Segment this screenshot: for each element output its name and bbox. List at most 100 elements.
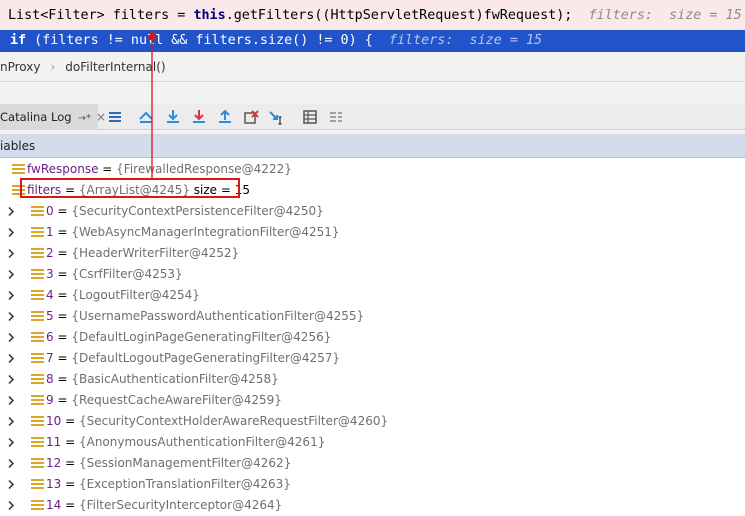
code-keyword-this: this: [193, 8, 226, 23]
variable-name: 4: [46, 288, 54, 302]
editor-line-current-execution[interactable]: if (filters != null && filters.size() !=…: [0, 30, 745, 52]
expand-chevron-icon[interactable]: [6, 395, 16, 406]
equals-sign: =: [53, 267, 72, 281]
inline-debug-value-hint: filters: size = 15: [388, 33, 543, 48]
close-icon[interactable]: ×: [96, 110, 106, 124]
field-icon: [31, 395, 44, 406]
expand-chevron-icon[interactable]: [6, 437, 16, 448]
variable-value: {HeaderWriterFilter@4252}: [71, 246, 240, 260]
variable-value: {FirewalledResponse@4222}: [116, 162, 292, 176]
drop-frame-icon[interactable]: [242, 108, 260, 126]
variable-text: 7 = {DefaultLogoutPageGeneratingFilter@4…: [46, 348, 340, 369]
variable-name: 12: [46, 456, 62, 470]
field-icon: [31, 353, 44, 364]
equals-sign: =: [53, 288, 72, 302]
field-icon: [31, 248, 44, 259]
equals-sign: =: [53, 204, 72, 218]
expand-chevron-icon[interactable]: [6, 248, 16, 259]
expand-chevron-icon[interactable]: [6, 374, 16, 385]
field-icon: [31, 500, 44, 511]
equals-sign: =: [61, 456, 79, 470]
variable-text: 1 = {WebAsyncManagerIntegrationFilter@42…: [46, 222, 340, 243]
editor-line-filters-declaration[interactable]: List<Filter> filters = this.getFilters((…: [0, 0, 745, 30]
variable-row-element[interactable]: 6 = {DefaultLoginPageGeneratingFilter@42…: [0, 327, 745, 348]
code-text: (filters != null && filters.size() != 0)…: [26, 33, 373, 48]
menu-icon[interactable]: [106, 108, 124, 126]
trace-icon[interactable]: [327, 108, 345, 126]
field-icon: [31, 227, 44, 238]
variable-text: 5 = {UsernamePasswordAuthenticationFilte…: [46, 306, 364, 327]
equals-sign: =: [53, 393, 72, 407]
equals-sign: =: [98, 162, 117, 176]
variable-value: {CsrfFilter@4253}: [71, 267, 183, 281]
variable-row-element[interactable]: 13 = {ExceptionTranslationFilter@4263}: [0, 474, 745, 495]
expand-chevron-icon[interactable]: [6, 353, 16, 364]
variable-name: fwResponse: [27, 162, 99, 176]
tab-catalina-log[interactable]: Catalina Log →* ×: [0, 104, 106, 130]
variable-row-element[interactable]: 3 = {CsrfFilter@4253}: [0, 264, 745, 285]
variable-row-element[interactable]: 2 = {HeaderWriterFilter@4252}: [0, 243, 745, 264]
code-text: List<Filter> filters =: [8, 8, 194, 23]
variable-name: 8: [46, 372, 54, 386]
field-icon: [31, 269, 44, 280]
variable-row-element[interactable]: 4 = {LogoutFilter@4254}: [0, 285, 745, 306]
expand-chevron-icon[interactable]: [6, 500, 16, 511]
variable-row-element[interactable]: 8 = {BasicAuthenticationFilter@4258}: [0, 369, 745, 390]
variable-row-element[interactable]: 10 = {SecurityContextHolderAwareRequestF…: [0, 411, 745, 432]
equals-sign: =: [53, 246, 72, 260]
variable-name: 2: [46, 246, 54, 260]
breadcrumb-item-method[interactable]: doFilterInternal(): [65, 60, 165, 74]
variable-row-element[interactable]: 9 = {RequestCacheAwareFilter@4259}: [0, 390, 745, 411]
variable-name: 11: [46, 435, 62, 449]
breadcrumb-separator: ›: [50, 60, 56, 74]
variable-row[interactable]: fwResponse = {FirewalledResponse@4222}: [0, 159, 745, 180]
tab-label: Catalina Log: [0, 110, 72, 124]
variable-text: 4 = {LogoutFilter@4254}: [46, 285, 200, 306]
variable-row-element[interactable]: 12 = {SessionManagementFilter@4262}: [0, 453, 745, 474]
expand-chevron-icon[interactable]: [6, 227, 16, 238]
step-out-icon[interactable]: [216, 108, 234, 126]
expand-chevron-icon[interactable]: [6, 416, 16, 427]
expand-chevron-icon[interactable]: [6, 290, 16, 301]
pin-tab-icon[interactable]: →*: [78, 113, 91, 124]
variable-row-element[interactable]: 1 = {WebAsyncManagerIntegrationFilter@42…: [0, 222, 745, 243]
field-icon: [31, 332, 44, 343]
variable-value: {DefaultLogoutPageGeneratingFilter@4257}: [71, 351, 341, 365]
variable-text: 2 = {HeaderWriterFilter@4252}: [46, 243, 239, 264]
expand-chevron-icon[interactable]: [6, 458, 16, 469]
variable-text: 13 = {ExceptionTranslationFilter@4263}: [46, 474, 291, 495]
variable-row-element[interactable]: 7 = {DefaultLogoutPageGeneratingFilter@4…: [0, 348, 745, 369]
variable-row-element[interactable]: 11 = {AnonymousAuthenticationFilter@4261…: [0, 432, 745, 453]
variable-name: 5: [46, 309, 54, 323]
variable-value: {BasicAuthenticationFilter@4258}: [71, 372, 279, 386]
variable-text: 11 = {AnonymousAuthenticationFilter@4261…: [46, 432, 325, 453]
variable-row-element[interactable]: 14 = {FilterSecurityInterceptor@4264}: [0, 495, 745, 516]
variable-text: 3 = {CsrfFilter@4253}: [46, 264, 183, 285]
variable-name: 6: [46, 330, 54, 344]
variable-name: 13: [46, 477, 62, 491]
expand-chevron-icon[interactable]: [6, 206, 16, 217]
variable-text: 14 = {FilterSecurityInterceptor@4264}: [46, 495, 282, 516]
step-over-icon[interactable]: [164, 108, 182, 126]
field-icon: [31, 458, 44, 469]
variable-text: 9 = {RequestCacheAwareFilter@4259}: [46, 390, 282, 411]
show-execution-point-icon[interactable]: [137, 108, 155, 126]
field-icon: [31, 206, 44, 217]
expand-chevron-icon[interactable]: [6, 479, 16, 490]
variable-name: 0: [46, 204, 54, 218]
field-icon: [31, 374, 44, 385]
step-into-icon[interactable]: [190, 108, 208, 126]
expand-chevron-icon[interactable]: [6, 332, 16, 343]
evaluate-icon[interactable]: [301, 108, 319, 126]
code-text: .getFilters((HttpServletRequest)fwReques…: [225, 8, 573, 23]
variable-value: {SecurityContextHolderAwareRequestFilter…: [78, 414, 389, 428]
expand-chevron-icon[interactable]: [6, 311, 16, 322]
variable-row-element[interactable]: 0 = {SecurityContextPersistenceFilter@42…: [0, 201, 745, 222]
run-to-cursor-icon[interactable]: [268, 108, 286, 126]
variable-name: 3: [46, 267, 54, 281]
breadcrumb-item-class[interactable]: nProxy: [0, 60, 40, 74]
variable-value: {SessionManagementFilter@4262}: [78, 456, 292, 470]
variable-row-element[interactable]: 5 = {UsernamePasswordAuthenticationFilte…: [0, 306, 745, 327]
expand-chevron-icon[interactable]: [6, 269, 16, 280]
debug-toolbar: Catalina Log →* ×: [0, 104, 745, 130]
